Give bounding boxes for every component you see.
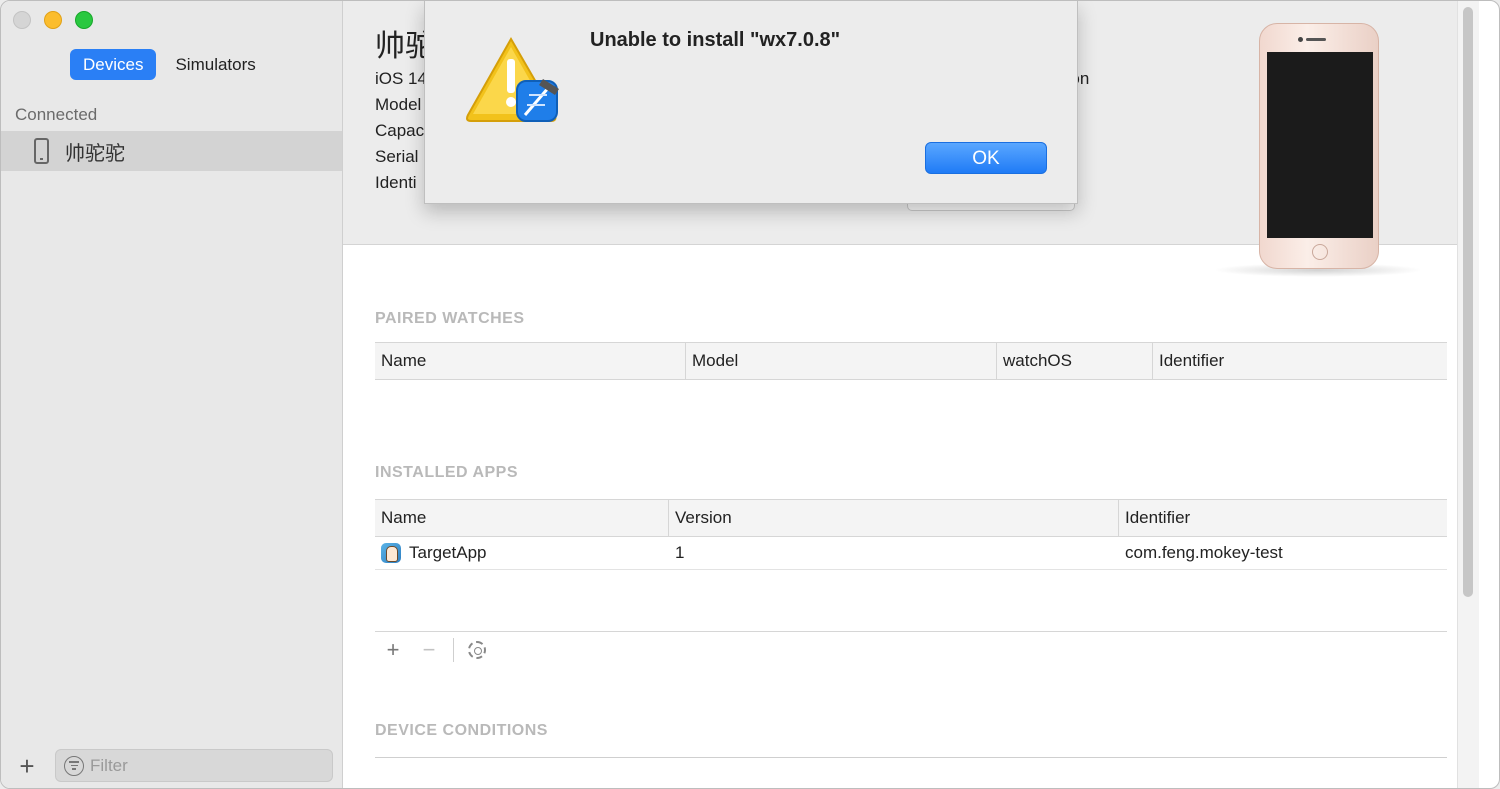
app-identifier-cell: com.feng.mokey-test — [1125, 543, 1283, 562]
gear-icon[interactable] — [468, 640, 486, 659]
sidebar-bottom-bar: + Filter — [15, 749, 333, 782]
app-icon — [381, 543, 401, 563]
xcode-warning-icon — [466, 36, 559, 122]
sidebar: Devices Simulators Connected 帅驼驼 + Filte… — [1, 1, 343, 788]
home-button — [1312, 244, 1328, 260]
scroll-thumb[interactable] — [1463, 7, 1473, 597]
column-header-model[interactable]: Model — [686, 343, 997, 379]
paired-watches-title: PAIRED WATCHES — [375, 310, 525, 327]
table-row[interactable]: TargetApp 1 com.feng.mokey-test — [375, 537, 1447, 570]
iphone-icon — [34, 138, 49, 164]
column-header-identifier[interactable]: Identifier — [1153, 343, 1447, 379]
close-window-button[interactable] — [13, 11, 31, 29]
device-info-labels: iOS 14 Model Capac Serial Identi — [375, 69, 427, 193]
ios-version-label: iOS 14 — [375, 69, 427, 88]
section-divider — [375, 757, 1447, 758]
alert-dialog: Unable to install "wx7.0.8" OK — [424, 1, 1078, 204]
column-header-name[interactable]: Name — [375, 343, 686, 379]
app-name: TargetApp — [409, 543, 487, 562]
sidebar-item-device[interactable]: 帅驼驼 — [1, 131, 342, 171]
camera-dot — [1298, 37, 1303, 42]
filter-icon — [64, 755, 84, 776]
installed-apps-title: INSTALLED APPS — [375, 464, 519, 481]
column-header-name[interactable]: Name — [375, 500, 669, 536]
identifier-label: Identi — [375, 173, 417, 192]
zoom-window-button[interactable] — [75, 11, 93, 29]
table-header: Name Version Identifier — [375, 499, 1447, 537]
model-label: Model — [375, 95, 422, 114]
vertical-scrollbar[interactable] — [1457, 1, 1479, 788]
column-header-identifier[interactable]: Identifier — [1119, 500, 1447, 536]
dialog-title: Unable to install "wx7.0.8" — [590, 29, 841, 51]
app-name-cell: TargetApp — [375, 543, 669, 563]
tab-devices[interactable]: Devices — [70, 49, 157, 80]
installed-apps-table: Name Version Identifier TargetApp 1 com.… — [375, 499, 1447, 570]
ok-button[interactable]: OK — [925, 142, 1047, 174]
add-app-button[interactable]: + — [375, 637, 411, 663]
app-version-cell: 1 — [675, 543, 685, 562]
table-header: Name Model watchOS Identifier — [375, 342, 1447, 380]
devices-window: Devices Simulators Connected 帅驼驼 + Filte… — [0, 0, 1500, 789]
window-controls — [13, 11, 93, 29]
device-name-label: 帅驼驼 — [65, 142, 125, 165]
filter-placeholder: Filter — [90, 755, 128, 775]
filter-field[interactable]: Filter — [55, 749, 333, 782]
remove-app-button[interactable]: − — [411, 637, 447, 663]
device-conditions-title: DEVICE CONDITIONS — [375, 722, 548, 739]
apps-toolbar: + − — [375, 631, 1447, 667]
connected-section-label: Connected — [15, 105, 98, 124]
minimize-window-button[interactable] — [44, 11, 62, 29]
iphone-image — [1259, 23, 1379, 269]
tab-simulators[interactable]: Simulators — [162, 49, 268, 80]
column-header-watchos[interactable]: watchOS — [997, 343, 1153, 379]
column-header-version[interactable]: Version — [669, 500, 1119, 536]
speaker-slot — [1306, 38, 1326, 41]
capacity-label: Capac — [375, 121, 425, 140]
iphone-screen — [1267, 52, 1373, 238]
serial-label: Serial — [375, 147, 419, 166]
paired-watches-table: Name Model watchOS Identifier — [375, 342, 1447, 380]
toolbar-separator — [453, 637, 454, 662]
device-type-segmented-control: Devices Simulators — [70, 49, 269, 80]
add-device-button[interactable]: + — [15, 753, 39, 779]
